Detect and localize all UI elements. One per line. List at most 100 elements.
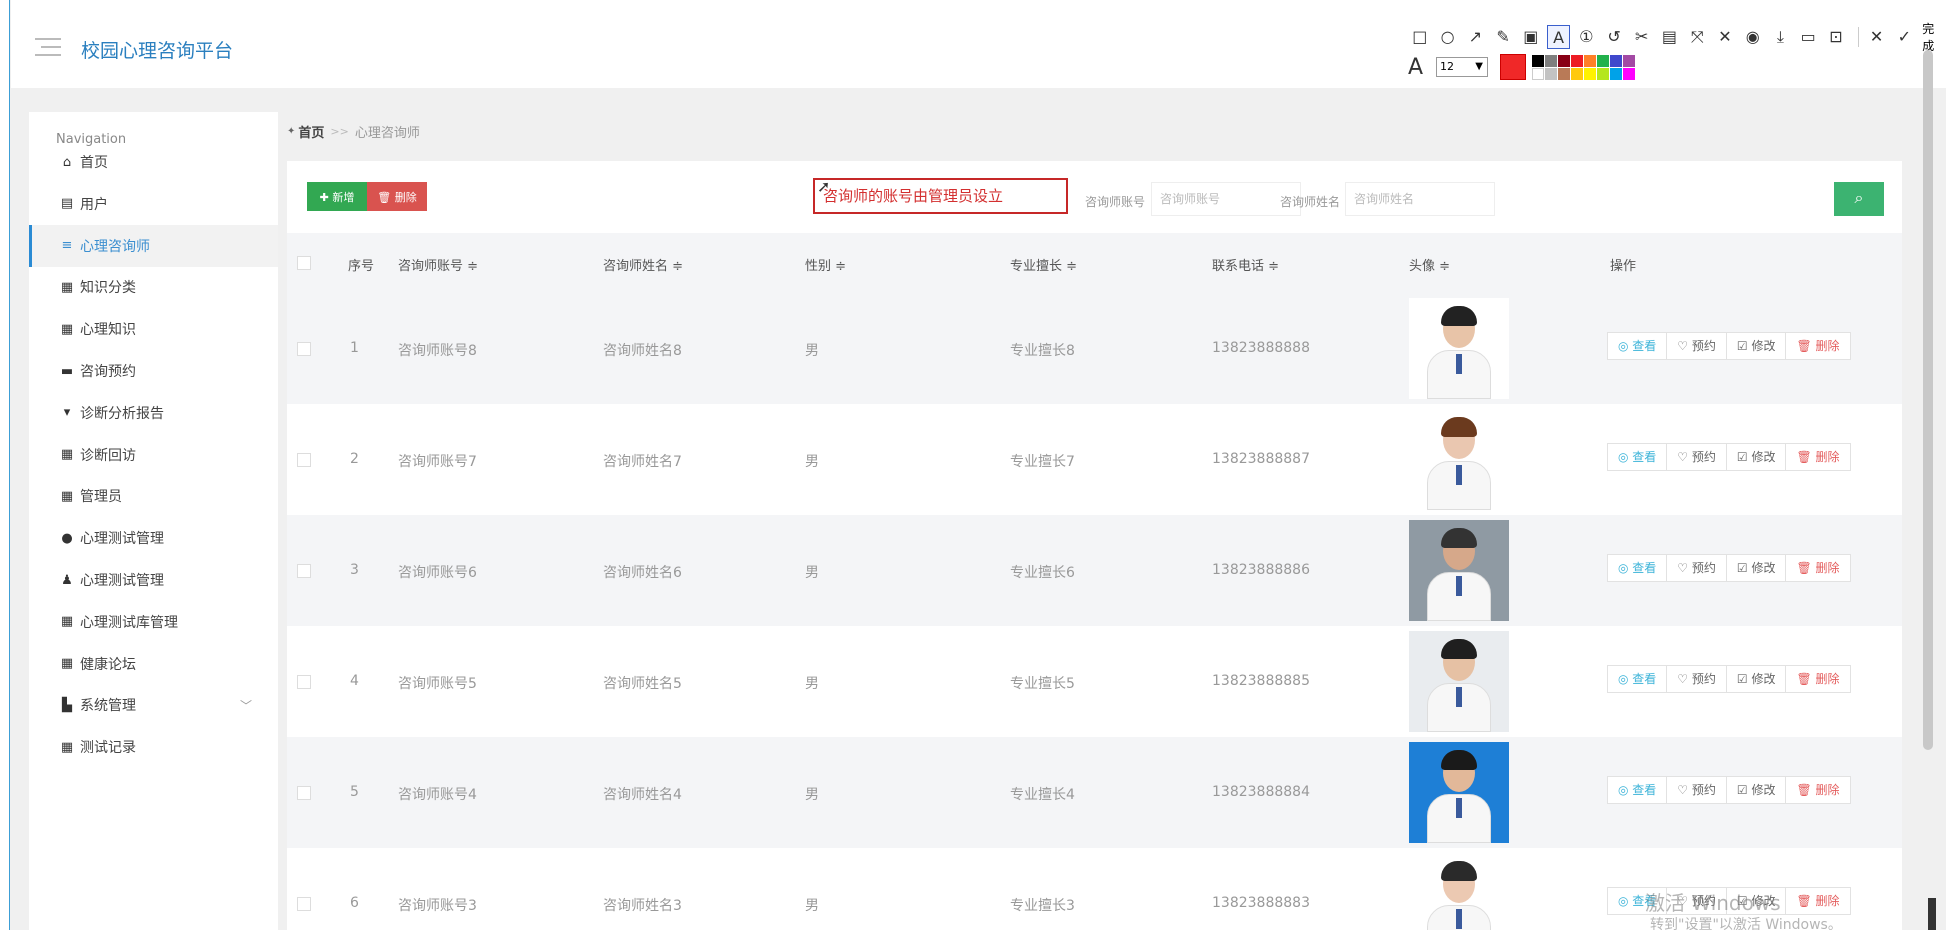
row-checkbox[interactable] [297, 342, 311, 356]
snip-tool-7-icon[interactable]: ↺ [1602, 25, 1626, 49]
add-button[interactable]: ✚ 新增 [307, 182, 367, 211]
book-button[interactable]: ♡ 预约 [1666, 554, 1727, 582]
view-button[interactable]: ◎ 查看 [1607, 776, 1668, 804]
check-icon[interactable]: ✓ [1892, 25, 1916, 49]
sidebar-item-0[interactable]: ⌂ 首页 [29, 141, 278, 183]
snip-tool-14-icon[interactable]: ▭ [1796, 25, 1820, 49]
breadcrumb-home[interactable]: 首页 [298, 122, 324, 141]
palette-swatch[interactable] [1597, 67, 1609, 80]
page-scrollbar[interactable] [1923, 50, 1933, 750]
column-header[interactable]: 头像 ≑ [1409, 255, 1450, 274]
column-header[interactable]: 咨询师姓名 ≑ [603, 255, 683, 274]
sidebar-item-14[interactable]: ▦ 测试记录 [29, 726, 278, 768]
counselor-avatar-image [1409, 520, 1509, 621]
palette-swatch[interactable] [1584, 67, 1596, 80]
search-name-input[interactable]: 咨询师姓名 [1345, 182, 1495, 216]
palette-swatch[interactable] [1623, 54, 1635, 67]
snip-tool-13-icon[interactable]: ⤓ [1769, 25, 1793, 49]
sidebar-item-13[interactable]: ▙ 系统管理 ﹀ [29, 684, 278, 726]
font-icon[interactable]: A [1408, 55, 1432, 80]
sidebar-item-9[interactable]: ● 心理测试管理 [29, 517, 278, 559]
sidebar-item-2[interactable]: ≡ 心理咨询师 [29, 224, 278, 267]
palette-swatch[interactable] [1532, 54, 1544, 67]
snip-tool-15-icon[interactable]: ⊡ [1824, 25, 1848, 49]
sidebar-item-4[interactable]: ▦ 心理知识 [29, 308, 278, 350]
delete-row-button[interactable]: 🗑 删除 [1785, 443, 1851, 471]
snip-tool-6-icon[interactable]: ① [1574, 25, 1598, 49]
palette-swatch[interactable] [1545, 67, 1557, 80]
palette-swatch[interactable] [1558, 54, 1570, 67]
palette-swatch[interactable] [1571, 67, 1583, 80]
palette-swatch[interactable] [1610, 67, 1622, 80]
edit-button[interactable]: ☑ 修改 [1725, 776, 1787, 804]
palette-swatch[interactable] [1571, 54, 1583, 67]
cell-phone: 13823888886 [1212, 562, 1310, 578]
edit-button[interactable]: ☑ 修改 [1725, 665, 1787, 693]
close-icon[interactable]: ✕ [1865, 25, 1889, 49]
edit-button[interactable]: ☑ 修改 [1725, 332, 1787, 360]
edit-button[interactable]: ☑ 修改 [1725, 554, 1787, 582]
sidebar-item-6[interactable]: ▾ 诊断分析报告 [29, 392, 278, 434]
column-header[interactable]: 咨询师账号 ≑ [398, 255, 478, 274]
palette-swatch[interactable] [1597, 54, 1609, 67]
snip-tool-1-icon[interactable]: ○ [1436, 25, 1460, 49]
book-button[interactable]: ♡ 预约 [1666, 665, 1727, 693]
snip-tool-5-icon[interactable]: A [1546, 25, 1571, 49]
column-header[interactable]: 性别 ≑ [805, 255, 846, 274]
current-color-swatch[interactable] [1500, 54, 1526, 80]
palette-swatch[interactable] [1584, 54, 1596, 67]
view-button[interactable]: ◎ 查看 [1607, 443, 1668, 471]
snip-tool-3-icon[interactable]: ✎ [1491, 25, 1515, 49]
sidebar-item-8[interactable]: ▦ 管理员 [29, 475, 278, 517]
search-button[interactable]: ⌕ [1834, 182, 1884, 216]
row-checkbox[interactable] [297, 453, 311, 467]
search-account-input[interactable]: 咨询师账号 [1151, 182, 1301, 216]
select-all-checkbox[interactable] [297, 256, 311, 270]
snip-tool-8-icon[interactable]: ✂ [1630, 25, 1654, 49]
cell-gender: 男 [805, 676, 819, 692]
palette-swatch[interactable] [1545, 54, 1557, 67]
sidebar-item-10[interactable]: ♟ 心理测试管理 [29, 559, 278, 601]
book-button[interactable]: ♡ 预约 [1666, 332, 1727, 360]
annotation-text-box[interactable]: 咨询师的账号由管理员设立 [813, 178, 1068, 214]
menu-toggle-icon[interactable] [35, 38, 61, 62]
cell-name: 咨询师姓名3 [603, 898, 682, 914]
sidebar-item-7[interactable]: ▦ 诊断回访 [29, 434, 278, 476]
delete-row-button[interactable]: 🗑 删除 [1785, 554, 1851, 582]
snip-tool-2-icon[interactable]: ↗ [1463, 25, 1487, 49]
finish-button[interactable]: 完成 [1922, 20, 1946, 54]
palette-swatch[interactable] [1610, 54, 1622, 67]
snip-tool-9-icon[interactable]: ▤ [1658, 25, 1682, 49]
palette-swatch[interactable] [1532, 67, 1544, 80]
row-checkbox[interactable] [297, 897, 311, 911]
delete-row-button[interactable]: 🗑 删除 [1785, 332, 1851, 360]
delete-button[interactable]: 🗑 删除 [367, 182, 427, 211]
view-button[interactable]: ◎ 查看 [1607, 665, 1668, 693]
book-button[interactable]: ♡ 预约 [1666, 443, 1727, 471]
column-header[interactable]: 联系电话 ≑ [1212, 255, 1279, 274]
palette-swatch[interactable] [1558, 67, 1570, 80]
sidebar-item-1[interactable]: ▤ 用户 [29, 183, 278, 225]
edit-button[interactable]: ☑ 修改 [1725, 443, 1787, 471]
snip-tool-4-icon[interactable]: ▣ [1519, 25, 1543, 49]
book-button[interactable]: ♡ 预约 [1666, 776, 1727, 804]
view-button[interactable]: ◎ 查看 [1607, 332, 1668, 360]
row-checkbox[interactable] [297, 564, 311, 578]
sidebar-item-11[interactable]: ▦ 心理测试库管理 [29, 601, 278, 643]
snip-tool-11-icon[interactable]: ✕ [1713, 25, 1737, 49]
snip-tool-0-icon[interactable]: □ [1408, 25, 1432, 49]
view-button[interactable]: ◎ 查看 [1607, 554, 1668, 582]
delete-row-button[interactable]: 🗑 删除 [1785, 665, 1851, 693]
sidebar-item-5[interactable]: ▬ 咨询预约 [29, 350, 278, 392]
snip-tool-12-icon[interactable]: ◉ [1741, 25, 1765, 49]
sidebar-item-3[interactable]: ▦ 知识分类 [29, 266, 278, 308]
sidebar-item-12[interactable]: ▦ 健康论坛 [29, 643, 278, 685]
snip-tool-10-icon[interactable]: ⤧ [1685, 25, 1709, 49]
font-size-select[interactable]: 12 ▼ [1436, 57, 1488, 77]
delete-row-button[interactable]: 🗑 删除 [1785, 887, 1851, 915]
column-header[interactable]: 专业擅长 ≑ [1010, 255, 1077, 274]
palette-swatch[interactable] [1623, 67, 1635, 80]
delete-row-button[interactable]: 🗑 删除 [1785, 776, 1851, 804]
row-checkbox[interactable] [297, 675, 311, 689]
row-checkbox[interactable] [297, 786, 311, 800]
